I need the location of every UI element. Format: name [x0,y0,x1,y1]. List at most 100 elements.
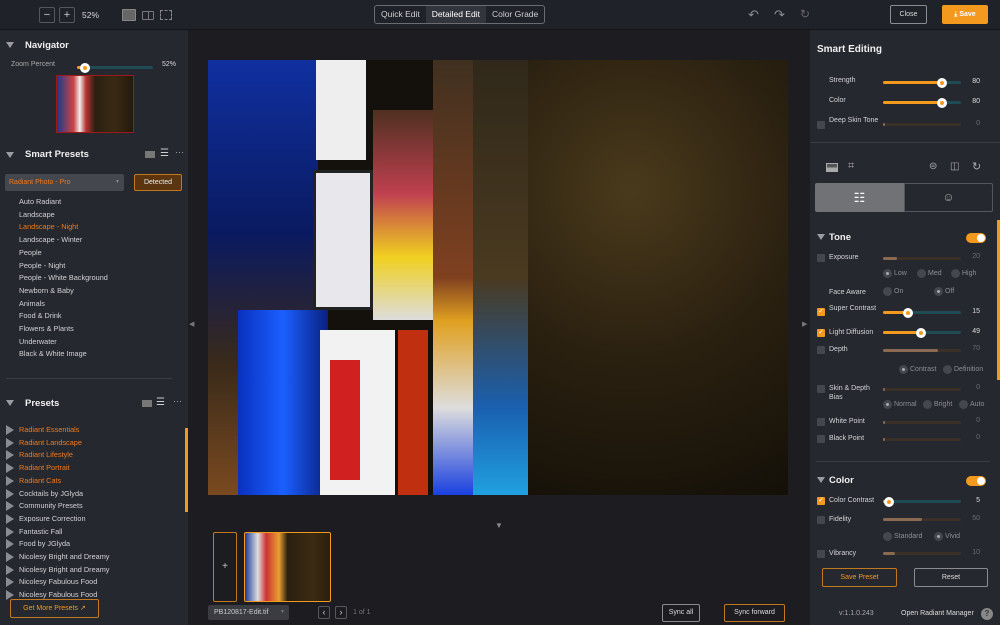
open-radiant-manager-link[interactable]: Open Radiant Manager [901,610,974,617]
expand-folder-icon[interactable] [6,539,14,550]
filmstrip-thumbnail[interactable] [244,532,331,602]
expand-folder-icon[interactable] [6,564,14,575]
exposure-slider[interactable] [883,257,961,260]
exposure-med-radio[interactable]: Med [917,269,942,278]
add-image-button[interactable]: + [213,532,237,602]
expand-folder-icon[interactable] [6,488,14,499]
toggle-filmstrip-icon[interactable]: ▼ [495,521,503,530]
preset-folder[interactable]: Exposure Correction [19,514,86,523]
save-preset-button[interactable]: Save Preset [822,568,897,587]
tone-toggle[interactable] [966,233,986,243]
navigator-thumbnail[interactable] [56,75,134,133]
grid-view-icon[interactable] [142,400,152,407]
preset-folder[interactable]: Fantastic Fall [19,527,62,536]
expand-folder-icon[interactable] [6,552,14,562]
get-more-presets-button[interactable]: Get More Presets ↗ [10,599,99,618]
help-icon[interactable]: ? [981,608,993,620]
white-point-slider[interactable] [883,421,961,424]
color-strength-slider[interactable] [883,97,961,108]
depth-slider[interactable] [883,349,961,352]
collapse-presets-icon[interactable] [6,400,14,406]
black-point-slider[interactable] [883,438,961,441]
sync-forward-button[interactable]: Sync forward [724,604,785,622]
smart-preset-item[interactable]: Animals [19,299,45,308]
save-button[interactable]: ⤓ Save [942,5,988,24]
fidelity-checkbox[interactable] [817,516,825,524]
smart-preset-item[interactable]: Landscape [19,210,55,219]
fidelity-standard-radio[interactable]: Standard [883,532,922,541]
expand-folder-icon[interactable] [6,437,14,448]
vibrancy-checkbox[interactable] [817,550,825,558]
face-aware-on-radio[interactable]: On [883,287,903,296]
expand-folder-icon[interactable] [6,475,14,486]
zoom-percent-slider[interactable] [77,62,153,73]
exposure-checkbox[interactable] [817,254,825,262]
skin-depth-bias-slider[interactable] [883,388,961,391]
color-toggle[interactable] [966,476,986,486]
preset-folder[interactable]: Nicolesy Fabulous Food [19,577,97,586]
depth-contrast-radio[interactable]: Contrast [899,365,936,374]
super-contrast-checkbox[interactable]: ✓ [817,308,825,316]
preset-folder[interactable]: Nicolesy Bright and Dreamy [19,565,109,574]
collapse-left-panel-icon[interactable]: ◀ [189,320,194,328]
deep-skin-tone-slider[interactable] [883,123,961,126]
crop-icon[interactable]: ⌗ [848,160,854,173]
preset-folder[interactable]: Radiant Essentials [19,425,79,434]
tab-color-grade[interactable]: Color Grade [486,6,544,23]
collapse-tone-icon[interactable] [817,234,825,240]
smart-preset-item[interactable]: People [19,248,42,257]
detected-button[interactable]: Detected [134,174,182,191]
expand-folder-icon[interactable] [6,526,14,537]
sync-all-button[interactable]: Sync all [662,604,700,622]
fidelity-vivid-radio[interactable]: Vivid [934,532,960,541]
zoom-out-button[interactable]: − [39,7,55,23]
tab-detailed-edit[interactable]: Detailed Edit [425,6,486,23]
preset-folder[interactable]: Community Presets [19,501,83,510]
tab-portrait[interactable]: ☺ [904,183,993,212]
redo-icon[interactable]: ↷ [774,7,785,23]
preset-folder[interactable]: Radiant Cats [19,476,61,485]
expand-folder-icon[interactable] [6,513,14,524]
preset-folder[interactable]: Radiant Portrait [19,463,70,472]
list-view-icon[interactable]: ☰ [156,397,165,408]
smart-preset-item[interactable]: Landscape - Winter [19,235,82,244]
collapse-smart-presets-icon[interactable] [6,152,14,158]
super-contrast-slider[interactable] [883,307,961,318]
grid-view-icon[interactable] [145,151,155,158]
expand-folder-icon[interactable] [6,425,14,435]
preset-folder[interactable]: Nicolesy Fabulous Food [19,590,97,599]
zoom-in-button[interactable]: + [59,7,75,23]
skin-depth-bias-checkbox[interactable] [817,385,825,393]
smart-preset-item[interactable]: Black & White Image [19,349,87,358]
skin-bright-radio[interactable]: Bright [923,400,952,409]
file-dropdown[interactable]: PB120817-Edit.tif ▼ [208,605,289,620]
black-point-checkbox[interactable] [817,435,825,443]
smart-preset-item[interactable]: Flowers & Plants [19,324,74,333]
vibrancy-slider[interactable] [883,552,961,555]
preset-folder[interactable]: Cocktails by JGlyda [19,489,83,498]
exposure-high-radio[interactable]: High [951,269,976,278]
strength-slider[interactable] [883,77,961,88]
smart-preset-item[interactable]: Landscape - Night [19,222,78,231]
expand-folder-icon[interactable] [6,463,14,474]
side-by-side-view-icon[interactable] [142,11,154,20]
smart-preset-item[interactable]: Food & Drink [19,311,62,320]
flip-vertical-icon[interactable]: ⊜ [929,161,937,172]
collapse-navigator-icon[interactable] [6,42,14,48]
expand-folder-icon[interactable] [6,501,14,512]
expand-folder-icon[interactable] [6,450,14,461]
smart-preset-dropdown[interactable]: Radiant Photo - Pro ▼ [5,174,124,191]
exposure-low-radio[interactable]: Low [883,269,907,278]
preset-folder[interactable]: Nicolesy Bright and Dreamy [19,552,109,561]
fidelity-slider[interactable] [883,518,961,521]
preset-folder[interactable]: Radiant Landscape [19,438,82,447]
more-options-icon[interactable]: ··· [175,147,184,157]
close-button[interactable]: Close [890,5,927,24]
smart-preset-item[interactable]: Newborn & Baby [19,286,74,295]
smart-preset-item[interactable]: People - Night [19,261,65,270]
split-view-icon[interactable] [160,10,172,20]
rotate-icon[interactable]: ↻ [972,160,981,173]
reset-history-icon[interactable]: ↻ [800,7,810,21]
previous-image-button[interactable]: ‹ [318,606,330,619]
expand-folder-icon[interactable] [6,577,14,588]
